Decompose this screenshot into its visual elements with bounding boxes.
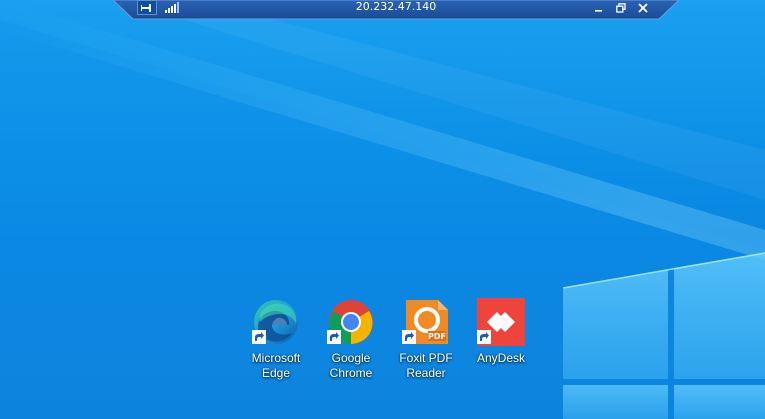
desktop-icon-label: Microsoft Edge	[251, 351, 301, 380]
desktop-icon-microsoft-edge[interactable]: Microsoft Edge	[244, 296, 308, 382]
desktop[interactable]: 20.232.47.140 Microsoft Edge Google Chro…	[0, 0, 765, 419]
svg-text:PDF: PDF	[428, 332, 446, 341]
shortcut-arrow-icon	[252, 330, 266, 344]
desktop-icon-label: AnyDesk	[476, 351, 526, 365]
shortcut-arrow-icon	[477, 330, 491, 344]
desktop-icon-anydesk[interactable]: AnyDesk	[469, 296, 533, 382]
minimize-button[interactable]	[589, 0, 607, 15]
desktop-icon-google-chrome[interactable]: Google Chrome	[319, 296, 383, 382]
minimize-icon	[594, 10, 602, 12]
shortcut-arrow-icon	[327, 330, 341, 344]
desktop-icon-label: Google Chrome	[329, 351, 373, 380]
remote-connection-bar[interactable]: 20.232.47.140	[113, 0, 679, 20]
restore-button[interactable]	[612, 0, 630, 15]
desktop-icon-foxit-pdf-reader[interactable]: PDF Foxit PDF Reader	[394, 296, 458, 382]
desktop-icon-label: Foxit PDF Reader	[399, 351, 453, 380]
close-icon	[638, 2, 648, 13]
restore-icon	[616, 2, 626, 13]
shortcut-arrow-icon	[402, 330, 416, 344]
close-button[interactable]	[634, 0, 652, 15]
